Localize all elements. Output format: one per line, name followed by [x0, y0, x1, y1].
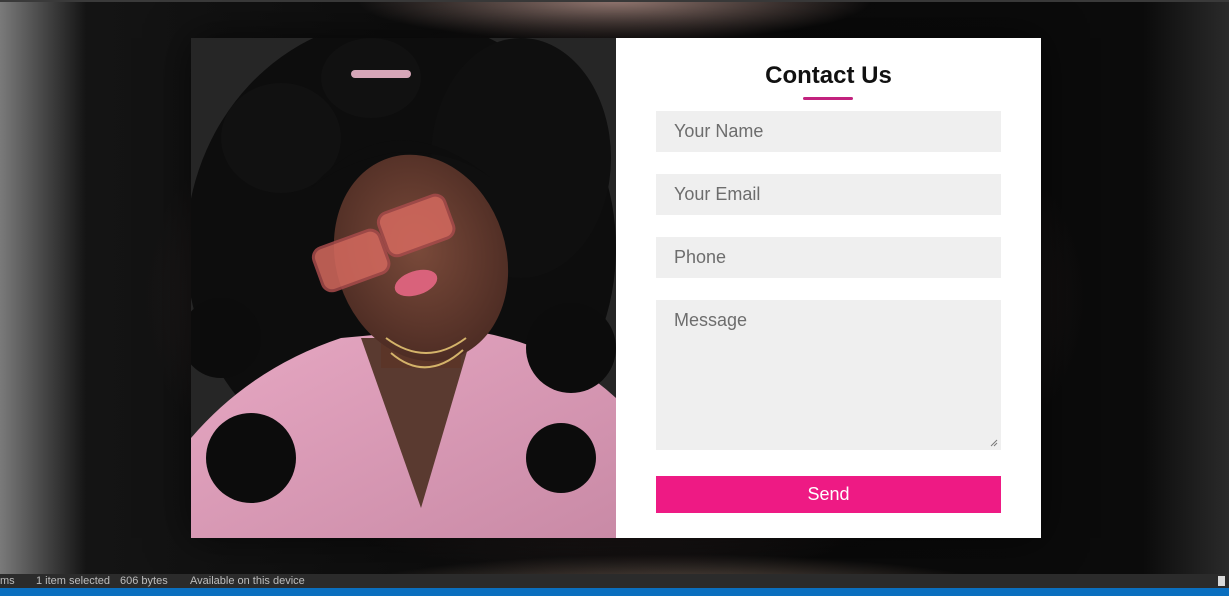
portrait-image	[191, 38, 616, 538]
send-button[interactable]: Send	[656, 476, 1001, 513]
scrollbar-thumb[interactable]	[1218, 576, 1225, 586]
resize-grip-icon[interactable]	[990, 439, 998, 447]
vscode-status-bar	[0, 588, 1229, 596]
message-textarea[interactable]: Message	[656, 300, 1001, 450]
name-input[interactable]: Your Name	[656, 111, 1001, 152]
status-size: 606 bytes	[120, 575, 168, 587]
message-placeholder: Message	[674, 310, 748, 330]
status-problems[interactable]: ms	[0, 574, 15, 588]
status-selection: 1 item selected	[36, 575, 110, 587]
contact-form: Contact Us Your Name Your Email Phone Me…	[616, 38, 1041, 538]
title-underline	[803, 97, 853, 100]
status-availability: Available on this device	[190, 575, 305, 587]
window-top-edge	[0, 0, 1229, 2]
contact-card: Contact Us Your Name Your Email Phone Me…	[191, 38, 1041, 538]
editor-status-bar: ms 1 item selected 606 bytes Available o…	[0, 574, 1229, 588]
form-title: Contact Us	[765, 62, 892, 89]
phone-input[interactable]: Phone	[656, 237, 1001, 278]
email-input[interactable]: Your Email	[656, 174, 1001, 215]
